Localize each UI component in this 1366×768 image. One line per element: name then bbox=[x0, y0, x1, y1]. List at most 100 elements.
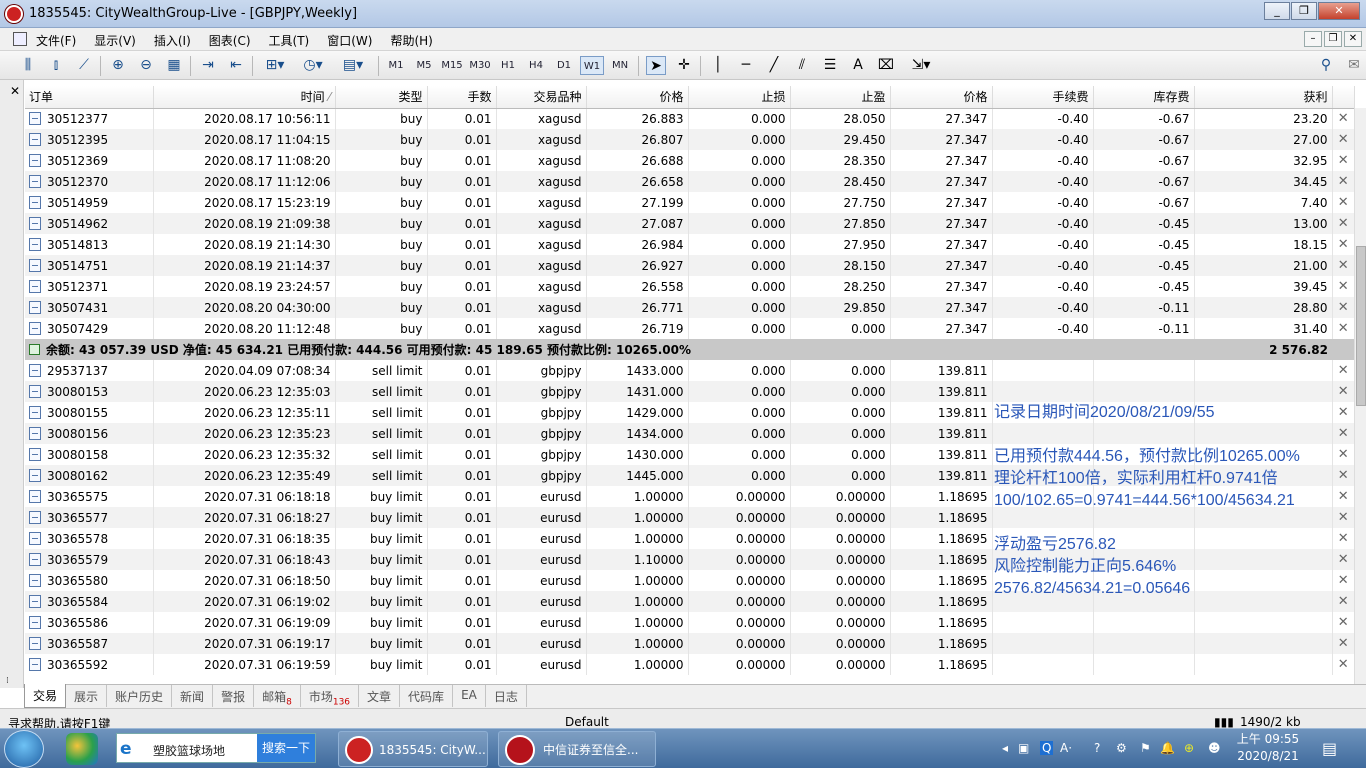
table-row[interactable]: 30514962 2020.08.19 21:09:38 buy 0.01 xagusd… bbox=[25, 213, 1354, 234]
taskbar-item-mt4[interactable]: 1835545: CityW... bbox=[338, 731, 488, 767]
mdi-restore-button[interactable]: ❐ bbox=[1324, 31, 1342, 47]
tray-notification-icon[interactable]: 🔔 bbox=[1160, 741, 1175, 755]
close-order-icon[interactable]: ✕ bbox=[1332, 108, 1354, 129]
tab-10[interactable]: 日志 bbox=[486, 685, 527, 707]
close-order-icon[interactable]: ✕ bbox=[1332, 276, 1354, 297]
tray-flag-icon[interactable]: ⚑ bbox=[1140, 741, 1151, 755]
tab-8[interactable]: 代码库 bbox=[400, 685, 454, 707]
tab-6[interactable]: 市场136 bbox=[301, 685, 360, 707]
bar-chart-icon[interactable]: ⫼ bbox=[18, 56, 38, 75]
col-order[interactable]: 订单 bbox=[25, 86, 154, 109]
timeframe-m1[interactable]: M1 bbox=[384, 56, 408, 75]
taskbar-item-citic[interactable]: 中信证券至信全... bbox=[498, 731, 656, 767]
timeframe-d1[interactable]: D1 bbox=[552, 56, 576, 75]
trendline-icon[interactable]: ╱ bbox=[764, 56, 784, 75]
table-row[interactable]: 30514959 2020.08.17 15:23:19 buy 0.01 xagusd… bbox=[25, 192, 1354, 213]
col-lots[interactable]: 手数 bbox=[427, 86, 497, 109]
table-row[interactable]: 30365586 2020.07.31 06:19:09 buy limit 0.01… bbox=[25, 612, 1354, 633]
delete-order-icon[interactable]: ✕ bbox=[1332, 360, 1354, 381]
tray-pdf-icon[interactable]: ▣ bbox=[1018, 741, 1029, 755]
chat-icon[interactable]: ✉ bbox=[1344, 56, 1364, 75]
col-symbol[interactable]: 交易品种 bbox=[496, 86, 587, 109]
scrollbar-thumb[interactable] bbox=[1356, 246, 1366, 406]
menu-insert[interactable]: 插入(I) bbox=[154, 32, 191, 49]
tab-7[interactable]: 文章 bbox=[359, 685, 401, 707]
close-order-icon[interactable]: ✕ bbox=[1332, 213, 1354, 234]
zoom-in-icon[interactable]: ⊕ bbox=[108, 56, 128, 75]
search-icon[interactable]: ⚲ bbox=[1316, 56, 1336, 75]
tray-qq-icon[interactable]: ☻ bbox=[1208, 741, 1221, 755]
col-stop-loss[interactable]: 止损 bbox=[688, 86, 791, 109]
restore-button[interactable]: ❐ bbox=[1291, 2, 1317, 20]
zoom-out-icon[interactable]: ⊖ bbox=[136, 56, 156, 75]
close-order-icon[interactable]: ✕ bbox=[1332, 171, 1354, 192]
table-row[interactable]: 30512369 2020.08.17 11:08:20 buy 0.01 xagusd… bbox=[25, 150, 1354, 171]
horizontal-line-icon[interactable]: ─ bbox=[736, 56, 756, 75]
table-row[interactable]: 29537137 2020.04.09 07:08:34 sell limit 0.0… bbox=[25, 360, 1354, 381]
close-order-icon[interactable]: ✕ bbox=[1332, 255, 1354, 276]
tab-9[interactable]: EA bbox=[453, 685, 486, 707]
close-order-icon[interactable]: ✕ bbox=[1332, 192, 1354, 213]
table-row[interactable]: 30507429 2020.08.20 11:12:48 buy 0.01 xagusd… bbox=[25, 318, 1354, 339]
timeframe-h1[interactable]: H1 bbox=[496, 56, 520, 75]
table-row[interactable]: 30512371 2020.08.19 23:24:57 buy 0.01 xagusd… bbox=[25, 276, 1354, 297]
timeframe-m15[interactable]: M15 bbox=[440, 56, 464, 75]
tab-1[interactable]: 展示 bbox=[66, 685, 108, 707]
menu-help[interactable]: 帮助(H) bbox=[390, 32, 432, 49]
col-swap[interactable]: 库存费 bbox=[1093, 86, 1195, 109]
tray-chevron-icon[interactable]: ◂ bbox=[1002, 741, 1008, 755]
mdi-close-button[interactable]: ✕ bbox=[1344, 31, 1362, 47]
tab-2[interactable]: 账户历史 bbox=[107, 685, 173, 707]
col-current-price[interactable]: 价格 bbox=[890, 86, 993, 109]
minimize-button[interactable]: _ bbox=[1264, 2, 1290, 20]
table-row[interactable]: 30365587 2020.07.31 06:19:17 buy limit 0.01… bbox=[25, 633, 1354, 654]
periodicity-clock-icon[interactable]: ◷▾ bbox=[298, 56, 328, 75]
col-price[interactable]: 价格 bbox=[586, 86, 689, 109]
candlestick-icon[interactable]: ⫾ bbox=[46, 56, 66, 75]
table-row[interactable]: 30514813 2020.08.19 21:14:30 buy 0.01 xagusd… bbox=[25, 234, 1354, 255]
tray-settings-icon[interactable]: ⚙ bbox=[1116, 741, 1127, 755]
close-button[interactable]: ✕ bbox=[1318, 2, 1360, 20]
col-type[interactable]: 类型 bbox=[335, 86, 428, 109]
menu-file[interactable]: 文件(F) bbox=[36, 32, 76, 49]
delete-order-icon[interactable]: ✕ bbox=[1332, 381, 1354, 402]
arrows-icon[interactable]: ⇲▾ bbox=[904, 56, 938, 75]
action-center-icon[interactable]: ▤ bbox=[1322, 739, 1337, 758]
browser-360-icon[interactable] bbox=[66, 733, 98, 765]
timeframe-m30[interactable]: M30 bbox=[468, 56, 492, 75]
table-row[interactable]: 30512370 2020.08.17 11:12:06 buy 0.01 xagusd… bbox=[25, 171, 1354, 192]
timeframe-h4[interactable]: H4 bbox=[524, 56, 548, 75]
timeframe-m5[interactable]: M5 bbox=[412, 56, 436, 75]
tab-3[interactable]: 新闻 bbox=[172, 685, 214, 707]
templates-icon[interactable]: ▤▾ bbox=[338, 56, 368, 75]
equidistant-channel-icon[interactable]: ⫽ bbox=[792, 56, 812, 75]
mdi-minimize-button[interactable]: – bbox=[1304, 31, 1322, 47]
close-order-icon[interactable]: ✕ bbox=[1332, 234, 1354, 255]
timeframe-w1[interactable]: W1 bbox=[580, 56, 604, 75]
table-row[interactable]: 30365592 2020.07.31 06:19:59 buy limit 0.01… bbox=[25, 654, 1354, 675]
delete-order-icon[interactable]: ✕ bbox=[1332, 633, 1354, 654]
tab-0[interactable]: 交易 bbox=[24, 684, 67, 708]
close-order-icon[interactable]: ✕ bbox=[1332, 297, 1354, 318]
line-chart-icon[interactable]: ⟋ bbox=[74, 56, 94, 75]
fibonacci-icon[interactable]: ☰ bbox=[820, 56, 840, 75]
col-commission[interactable]: 手续费 bbox=[992, 86, 1094, 109]
text-tool-icon[interactable]: A bbox=[848, 56, 868, 75]
search-button[interactable]: 搜索一下 bbox=[257, 734, 315, 762]
table-row[interactable]: 30080153 2020.06.23 12:35:03 sell limit 0.0… bbox=[25, 381, 1354, 402]
crosshair-icon[interactable]: ✛ bbox=[674, 56, 694, 75]
tab-4[interactable]: 警报 bbox=[213, 685, 255, 707]
close-order-icon[interactable]: ✕ bbox=[1332, 129, 1354, 150]
menu-charts[interactable]: 图表(C) bbox=[209, 32, 251, 49]
indicators-icon[interactable]: ⊞▾ bbox=[260, 56, 290, 75]
delete-order-icon[interactable]: ✕ bbox=[1332, 654, 1354, 675]
chart-shift-icon[interactable]: ⇤ bbox=[226, 56, 246, 75]
text-label-icon[interactable]: ⌧ bbox=[876, 56, 896, 75]
chart-window-icon[interactable] bbox=[13, 32, 27, 46]
table-row[interactable]: 30512377 2020.08.17 10:56:11 buy 0.01 xagusd… bbox=[25, 108, 1354, 129]
table-row[interactable]: 30512395 2020.08.17 11:04:15 buy 0.01 xagusd… bbox=[25, 129, 1354, 150]
menu-window[interactable]: 窗口(W) bbox=[327, 32, 372, 49]
col-take-profit[interactable]: 止盈 bbox=[790, 86, 891, 109]
close-order-icon[interactable]: ✕ bbox=[1332, 150, 1354, 171]
terminal-grip[interactable]: ⁞ bbox=[6, 676, 9, 686]
